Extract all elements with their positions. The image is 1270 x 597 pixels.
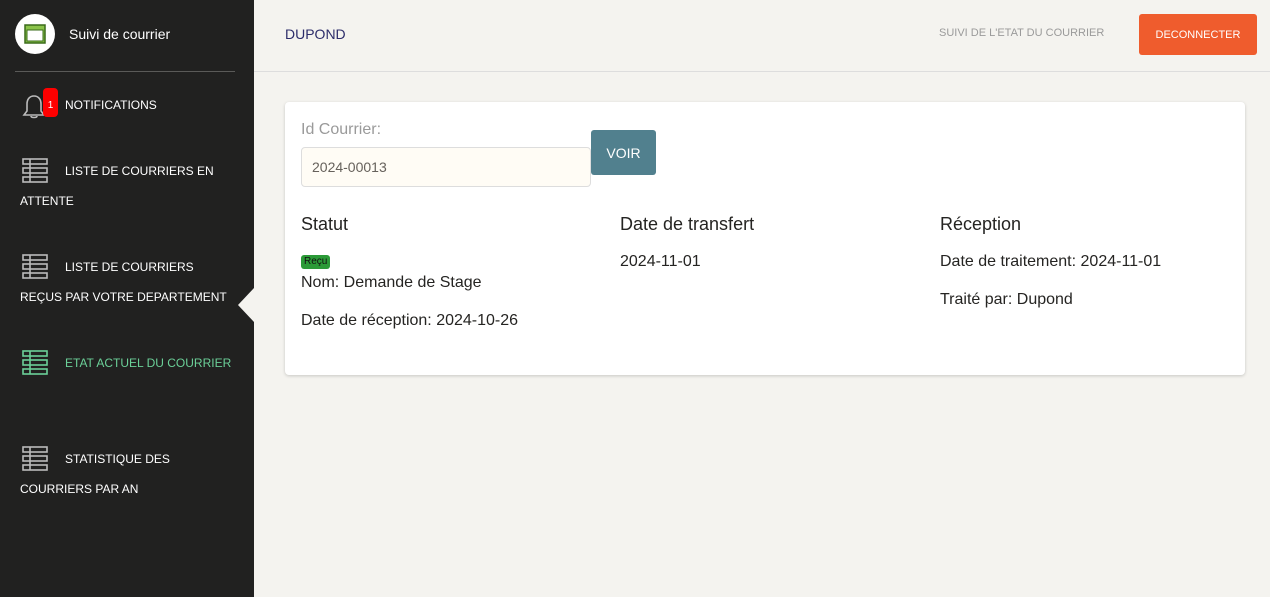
user-name: DUPOND <box>285 26 346 42</box>
voir-button[interactable]: VOIR <box>591 130 656 175</box>
traite-par-value: Traité par: Dupond <box>940 291 1073 308</box>
statut-heading: Statut <box>301 214 349 234</box>
top-navbar: DUPOND SUIVI DE L'ETAT DU COURRIER DECON… <box>254 0 1270 72</box>
courrier-card: Id Courrier: VOIR Statut Reçu Nom: Deman… <box>285 102 1245 375</box>
sidebar-item-etat-actuel[interactable]: ETAT ACTUEL DU COURRIER <box>0 348 254 408</box>
date-transfert-heading: Date de transfert <box>620 214 755 234</box>
sidebar-item-label: LISTE DE COURRIERS EN ATTENTE <box>20 164 214 208</box>
suivi-etat-link[interactable]: SUIVI DE L'ETAT DU COURRIER <box>939 27 1104 39</box>
sidebar-item-statistique[interactable]: STATISTIQUE DES COURRIERS PAR AN <box>0 444 254 504</box>
sidebar-item-courriers-recus[interactable]: LISTE DE COURRIERS REÇUS PAR VOTRE DEPAR… <box>0 252 254 312</box>
sidebar-item-label: LISTE DE COURRIERS REÇUS PAR VOTRE DEPAR… <box>20 260 227 304</box>
date-transfert-value: 2024-11-01 <box>620 253 701 270</box>
logout-button[interactable]: DECONNECTER <box>1139 14 1257 55</box>
folder-icon <box>15 14 55 54</box>
status-badge: Reçu <box>301 255 331 269</box>
brand[interactable]: Suivi de courrier <box>0 0 254 72</box>
notification-badge: 1 <box>43 88 58 117</box>
brand-title: Suivi de courrier <box>69 26 171 42</box>
date-traitement-value: Date de traitement: 2024-11-01 <box>940 253 1162 270</box>
sidebar-item-label: STATISTIQUE DES COURRIERS PAR AN <box>20 452 170 496</box>
sidebar-item-notifications[interactable]: NOTIFICATIONS <box>0 90 254 122</box>
sidebar-item-label: ETAT ACTUEL DU COURRIER <box>65 356 232 370</box>
id-courrier-input[interactable] <box>301 147 591 187</box>
sidebar-divider <box>15 71 235 72</box>
sidebar-item-courriers-en-attente[interactable]: LISTE DE COURRIERS EN ATTENTE <box>0 156 254 216</box>
nom-value: Nom: Demande de Stage <box>301 274 482 291</box>
sidebar: Suivi de courrier NOTIFICATIONS 1 LISTE … <box>0 0 254 597</box>
active-indicator <box>238 288 254 322</box>
date-reception-value: Date de réception: 2024-10-26 <box>301 312 519 329</box>
reception-heading: Réception <box>940 214 1022 234</box>
id-courrier-label: Id Courrier: <box>301 121 382 138</box>
